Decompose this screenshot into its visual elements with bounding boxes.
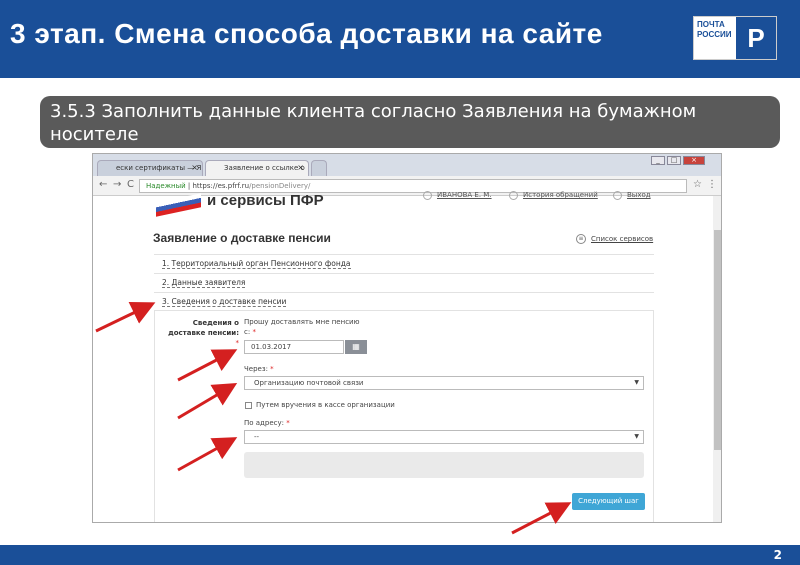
page-number: 2: [773, 548, 782, 562]
annotation-arrows: [95, 301, 572, 535]
arrow-to-date-field: [177, 349, 238, 382]
arrow-to-next-button: [511, 502, 572, 535]
slide-footer: 2: [0, 545, 800, 565]
arrow-to-method-select: [177, 382, 238, 420]
arrow-to-address-select: [177, 437, 238, 472]
arrow-to-step-3: [95, 301, 156, 333]
